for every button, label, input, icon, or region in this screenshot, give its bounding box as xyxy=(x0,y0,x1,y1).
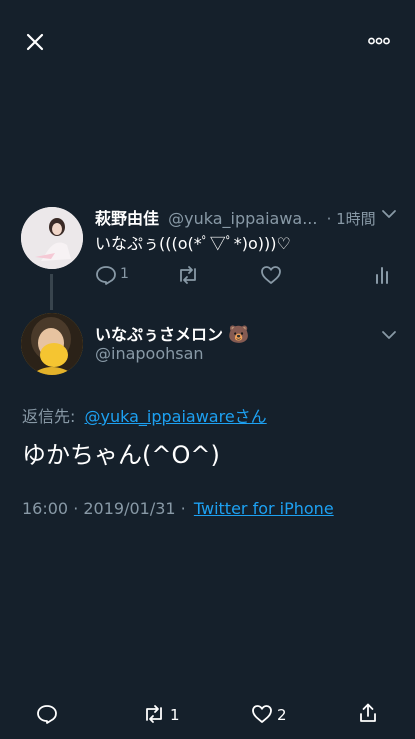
close-icon[interactable] xyxy=(26,33,44,51)
like-count: 2 xyxy=(277,706,287,724)
parent-retweet-icon[interactable] xyxy=(176,265,200,285)
reply-icon[interactable] xyxy=(36,704,58,724)
reply-tweet-text: ゆかちゃん(^O^) xyxy=(22,441,220,469)
parent-avatar[interactable] xyxy=(21,207,83,269)
replying-to: 返信先: @yuka_ippaiawareさん xyxy=(22,403,267,427)
parent-tweet-text: いなぷぅ(((o(*ﾟ▽ﾟ*)o)))♡ xyxy=(95,234,291,253)
parent-display-name[interactable]: 萩野由佳 xyxy=(95,209,159,228)
retweet-icon[interactable] xyxy=(142,704,166,724)
replying-to-link[interactable]: @yuka_ippaiawareさん xyxy=(85,407,267,426)
more-icon[interactable] xyxy=(368,36,390,46)
parent-analytics-icon[interactable] xyxy=(374,265,390,285)
reply-display-name-row: いなぷぅさメロン 🐻 xyxy=(95,321,249,345)
parent-time: · 1時間 xyxy=(326,210,376,228)
parent-header: 萩野由佳 @yuka_ippaiawa... · 1時間 xyxy=(95,205,395,228)
parent-reply-count: 1 xyxy=(120,266,129,282)
reply-avatar[interactable] xyxy=(21,313,83,375)
timestamp: 16:00 · 2019/01/31 · xyxy=(22,499,186,518)
like-icon[interactable] xyxy=(251,704,273,724)
reply-display-name[interactable]: いなぷぅさメロン xyxy=(95,325,223,344)
retweet-count: 1 xyxy=(170,706,180,724)
timestamp-row: 16:00 · 2019/01/31 · Twitter for iPhone xyxy=(22,499,334,518)
parent-handle[interactable]: @yuka_ippaiawa... xyxy=(168,209,317,228)
replying-to-label: 返信先: xyxy=(22,407,76,426)
thread-line xyxy=(50,274,53,310)
reply-chevron-down-icon[interactable] xyxy=(381,330,397,340)
parent-reply-icon[interactable] xyxy=(95,265,117,285)
share-icon[interactable] xyxy=(358,702,378,724)
reply-handle[interactable]: @inapoohsan xyxy=(95,344,204,363)
bear-emoji: 🐻 xyxy=(228,325,250,345)
parent-chevron-down-icon[interactable] xyxy=(381,209,397,219)
source-link[interactable]: Twitter for iPhone xyxy=(194,499,334,518)
parent-like-icon[interactable] xyxy=(260,265,282,285)
